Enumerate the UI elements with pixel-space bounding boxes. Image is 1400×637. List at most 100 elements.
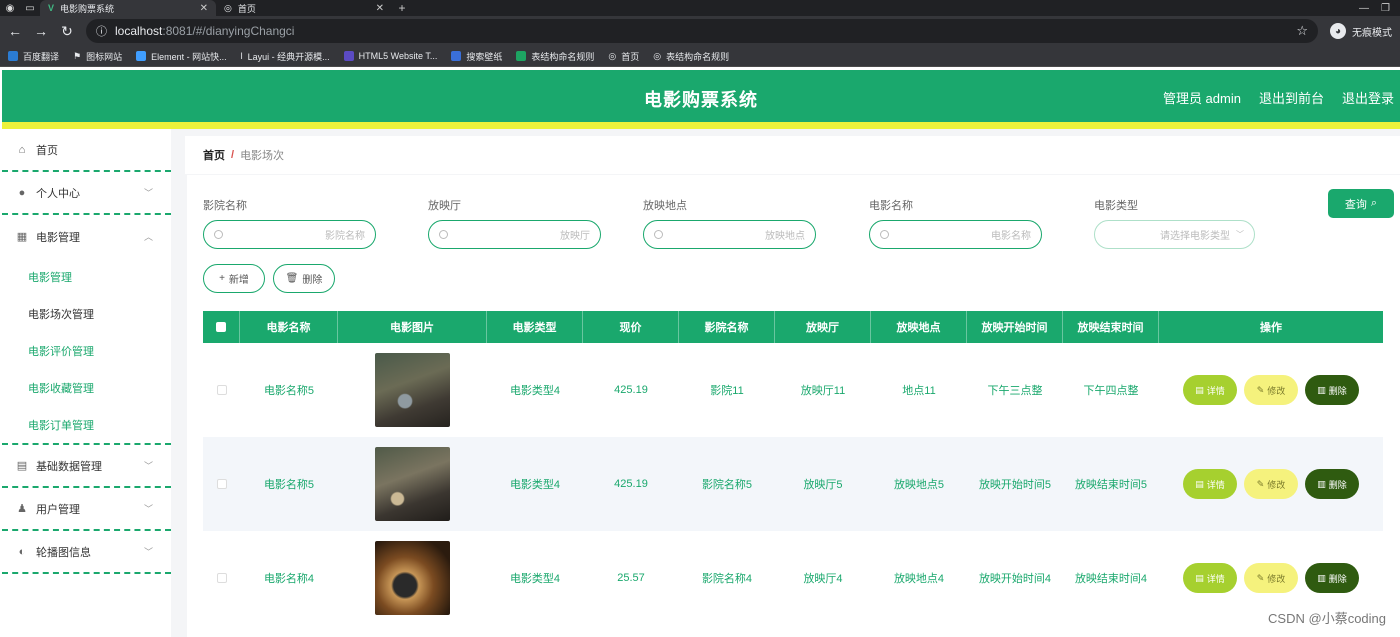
filter-hall: 放映厅 放映厅 [428, 197, 601, 249]
cell-place: 地点11 [902, 385, 936, 397]
close-icon[interactable]: ✕ [200, 3, 208, 14]
batch-delete-button[interactable]: 🗑 删除 [273, 264, 335, 293]
csdn-watermark: CSDN @小蔡coding [1268, 611, 1386, 626]
edit-button[interactable]: ✎ 修改 [1244, 469, 1298, 499]
hall-search-input[interactable]: 放映厅 [428, 220, 601, 249]
globe-icon: ◎ [653, 50, 662, 61]
column-header: 放映厅 [775, 311, 871, 343]
place-search-input[interactable]: 放映地点 [643, 220, 816, 249]
url-input[interactable]: ⓘ localhost:8081/#/dianyingChangci ☆ [86, 19, 1318, 43]
bookmark-item[interactable]: ◎ 表结构命名规则 [653, 50, 729, 63]
edit-label: 修改 [1267, 479, 1286, 490]
chevron-up-icon: ︿ [143, 232, 153, 242]
cell-poster [338, 531, 487, 625]
bookmark-item[interactable]: HTML5 Website T... [343, 51, 437, 61]
back-icon[interactable]: ← [8, 23, 22, 39]
logout-link[interactable]: 退出登录 [1342, 88, 1394, 107]
bookmark-item[interactable]: 搜索壁纸 [451, 50, 502, 63]
sidebar-item-carousel[interactable]: ◐ 轮播图信息 ﹀ [2, 531, 171, 574]
filter-label: 电影类型 [1094, 200, 1138, 212]
bookmark-item[interactable]: 百度翻译 [8, 50, 59, 63]
cell-operations: ▤ 详情 ✎ 修改 ▥ 删除 [1159, 437, 1383, 531]
edit-button[interactable]: ✎ 修改 [1244, 375, 1298, 405]
tab-strip-icon[interactable]: ▭ [20, 0, 40, 16]
sidebar-sub-favorite[interactable]: 电影收藏管理 [2, 369, 171, 406]
sidebar-item-home[interactable]: ⌂ 首页 [2, 129, 171, 172]
html5-icon [343, 51, 354, 61]
bookmark-item[interactable]: ⚑ 图标网站 [73, 50, 122, 63]
bookmark-item[interactable]: l Layui - 经典开源模... [241, 50, 330, 63]
bookmark-star-icon[interactable]: ☆ [1296, 23, 1308, 39]
bookmark-label: Layui - 经典开源模... [247, 51, 330, 62]
row-select-cell [203, 343, 240, 437]
info-icon[interactable]: ⓘ [96, 23, 107, 39]
incognito-indicator[interactable]: ◕ 无痕模式 [1330, 23, 1392, 39]
sidebar-item-user-mgmt[interactable]: ♟ 用户管理 ﹀ [2, 488, 171, 531]
sidebar-sub-schedule[interactable]: 电影场次管理 [2, 295, 171, 332]
reload-icon[interactable]: ↻ [60, 23, 74, 40]
browser-tab-active[interactable]: V 电影购票系统 ✕ [40, 0, 216, 16]
user-icon: ● [18, 186, 26, 199]
breadcrumb-home[interactable]: 首页 [203, 147, 225, 163]
column-header: 放映开始时间 [967, 311, 1063, 343]
browser-tab[interactable]: ◎ 首页 ✕ [216, 0, 392, 16]
select-all-checkbox[interactable] [216, 322, 226, 332]
bookmark-item[interactable]: Element - 网站快... [136, 50, 227, 63]
delete-label: 删除 [302, 275, 323, 286]
row-checkbox[interactable] [216, 479, 227, 489]
sidebar: ⌂ 首页 ● 个人中心 ﹀ ▦ 电影管理 ︿ 电影管理 电影场次管理 电影评价管… [2, 129, 171, 637]
sidebar-item-personal[interactable]: ● 个人中心 ﹀ [2, 172, 171, 215]
sidebar-submenu: 电影管理 电影场次管理 电影评价管理 电影收藏管理 电影订单管理 [2, 258, 171, 445]
row-checkbox[interactable] [216, 573, 227, 583]
sidebar-sub-order[interactable]: 电影订单管理 [2, 406, 171, 443]
tab-title: 首页 [237, 3, 256, 14]
delete-button[interactable]: ▥ 删除 [1305, 469, 1359, 499]
movie-type-select[interactable]: 请选择电影类型 ﹀ [1094, 220, 1255, 249]
filter-label: 电影名称 [869, 200, 913, 212]
window-controls: — ❐ [1359, 0, 1400, 16]
movie-search-input[interactable]: 电影名称 [869, 220, 1042, 249]
delete-button[interactable]: ▥ 删除 [1305, 375, 1359, 405]
query-button[interactable]: 查询 ⌕ [1328, 189, 1394, 218]
search-icon [654, 230, 663, 239]
browser-menu-icon[interactable]: ◉ [0, 0, 20, 16]
edit-button[interactable]: ✎ 修改 [1244, 563, 1298, 593]
trash-icon: 🗑 [285, 273, 299, 284]
sidebar-item-movie-mgmt[interactable]: ▦ 电影管理 ︿ [2, 215, 171, 258]
detail-button[interactable]: ▤ 详情 [1183, 375, 1237, 405]
sidebar-item-base-data[interactable]: ▤ 基础数据管理 ﹀ [2, 445, 171, 488]
detail-button[interactable]: ▤ 详情 [1183, 563, 1237, 593]
back-to-front-link[interactable]: 退出到前台 [1259, 88, 1324, 107]
table-header: 电影名称 电影图片 电影类型 现价 影院名称 放映厅 放映地点 放映开始时间 放… [203, 311, 1383, 343]
url-path: :8081/#/dianyingChangci [162, 24, 295, 38]
delete-label: 删除 [1328, 573, 1347, 584]
search-icon: ⌕ [1370, 197, 1378, 209]
table-row: 电影名称5 电影类型4 425.19 影院名称5 放映厅5 放映地点5 放映开始… [203, 437, 1383, 531]
forward-icon[interactable]: → [34, 23, 48, 39]
globe-icon: ◎ [224, 2, 232, 13]
detail-button[interactable]: ▤ 详情 [1183, 469, 1237, 499]
delete-button[interactable]: ▥ 删除 [1305, 563, 1359, 593]
app-header: 电影购票系统 管理员 admin 退出到前台 退出登录 [2, 70, 1400, 122]
bookmark-item[interactable]: ◎ 首页 [608, 50, 639, 63]
add-button[interactable]: + 新增 [203, 264, 265, 293]
new-tab-button[interactable]: + [392, 0, 412, 16]
chevron-down-icon: ﹀ [1236, 230, 1244, 239]
incognito-icon: ◕ [1330, 23, 1346, 39]
minimize-icon[interactable]: — [1359, 3, 1369, 14]
row-checkbox[interactable] [216, 385, 227, 395]
sidebar-item-label: 基础数据管理 [36, 460, 102, 473]
breadcrumb-separator: / [231, 149, 235, 161]
cinema-search-input[interactable]: 影院名称 [203, 220, 376, 249]
edit-label: 修改 [1267, 573, 1286, 584]
detail-label: 详情 [1206, 385, 1225, 396]
close-icon[interactable]: ✕ [376, 3, 384, 14]
cell-price: 425.19 [614, 384, 648, 396]
bookmark-item[interactable]: 表结构命名规则 [516, 50, 594, 63]
restore-icon[interactable]: ❐ [1381, 3, 1390, 14]
sidebar-sub-review[interactable]: 电影评价管理 [2, 332, 171, 369]
header-accent-strip [2, 122, 1400, 129]
cell-place: 放映地点4 [893, 573, 945, 585]
sidebar-sub-movie[interactable]: 电影管理 [2, 258, 171, 295]
bookmark-label: 表结构命名规则 [666, 51, 730, 62]
